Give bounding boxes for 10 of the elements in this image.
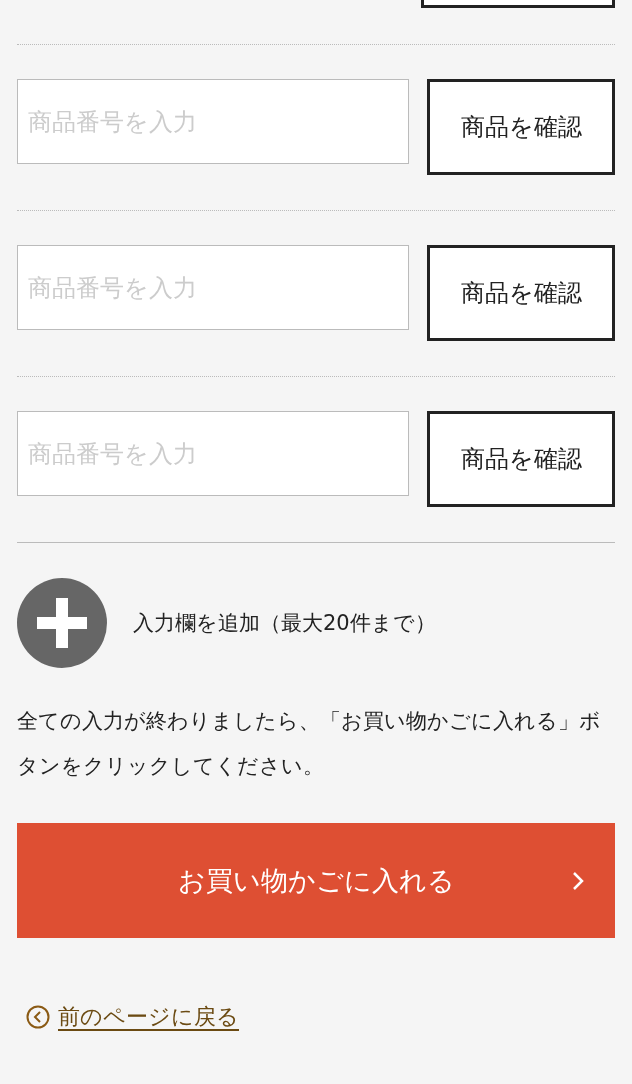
add-icon[interactable] <box>17 578 107 668</box>
instruction-text: 全ての入力が終わりましたら、「お買い物かごに入れる」ボタンをクリックしてください。 <box>17 708 602 780</box>
confirm-button[interactable]: 商品を確認 <box>427 245 615 341</box>
add-field-label[interactable]: 入力欄を追加（最大20件まで） <box>133 609 436 637</box>
confirm-button[interactable]: 商品を確認 <box>427 411 615 507</box>
back-link[interactable]: 前のページに戻る <box>58 1002 239 1032</box>
add-to-cart-button[interactable]: お買い物かごに入れる <box>17 823 615 938</box>
chevron-left-circle-icon[interactable] <box>26 1005 50 1029</box>
chevron-right-icon <box>571 870 585 891</box>
confirm-button[interactable]: 商品を確認 <box>427 79 615 175</box>
